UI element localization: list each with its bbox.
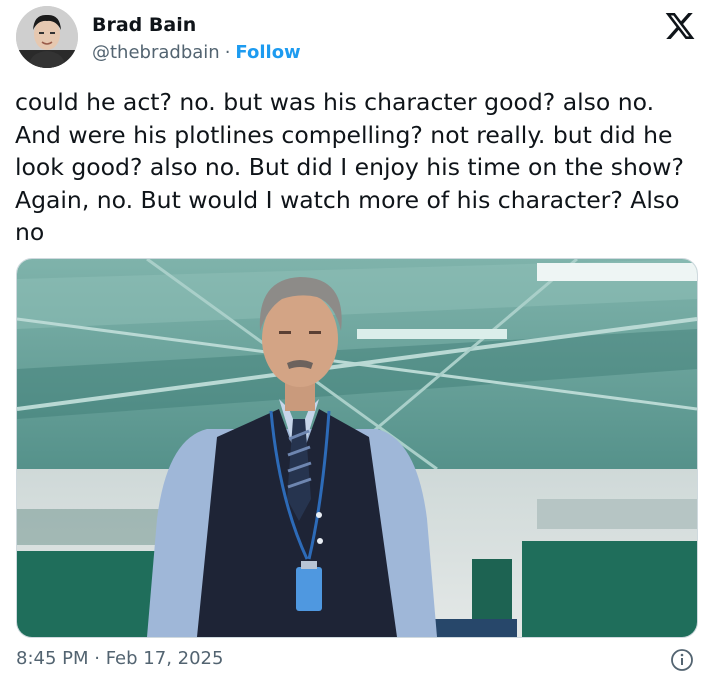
avatar-photo-icon: [16, 6, 78, 68]
x-logo-icon[interactable]: [664, 10, 696, 42]
author-name[interactable]: Brad Bain: [92, 14, 196, 36]
tweet-timestamp[interactable]: 8:45 PM · Feb 17, 2025: [16, 648, 223, 669]
info-icon[interactable]: [670, 648, 694, 672]
follow-button[interactable]: Follow: [235, 42, 300, 63]
tweet-line: Again, no. But would I watch more of his…: [15, 185, 680, 214]
tweet-media[interactable]: [16, 258, 698, 638]
tweet-line: And were his plotlines compelling? not r…: [15, 120, 673, 149]
avatar[interactable]: [16, 6, 78, 68]
handle-row: @thebradbain · Follow: [92, 42, 301, 63]
man-in-office-photo-icon: [17, 259, 697, 637]
tweet-line: no: [15, 218, 45, 246]
separator: ·: [224, 42, 231, 63]
tweet-text: could he act? no. but was his character …: [15, 86, 695, 249]
author-handle[interactable]: @thebradbain: [92, 42, 220, 63]
tweet-line: could he act? no. but was his character …: [15, 88, 655, 116]
tweet-header: Brad Bain @thebradbain · Follow: [16, 6, 696, 72]
tweet-line: look good? also no. But did I enjoy his …: [15, 153, 684, 181]
